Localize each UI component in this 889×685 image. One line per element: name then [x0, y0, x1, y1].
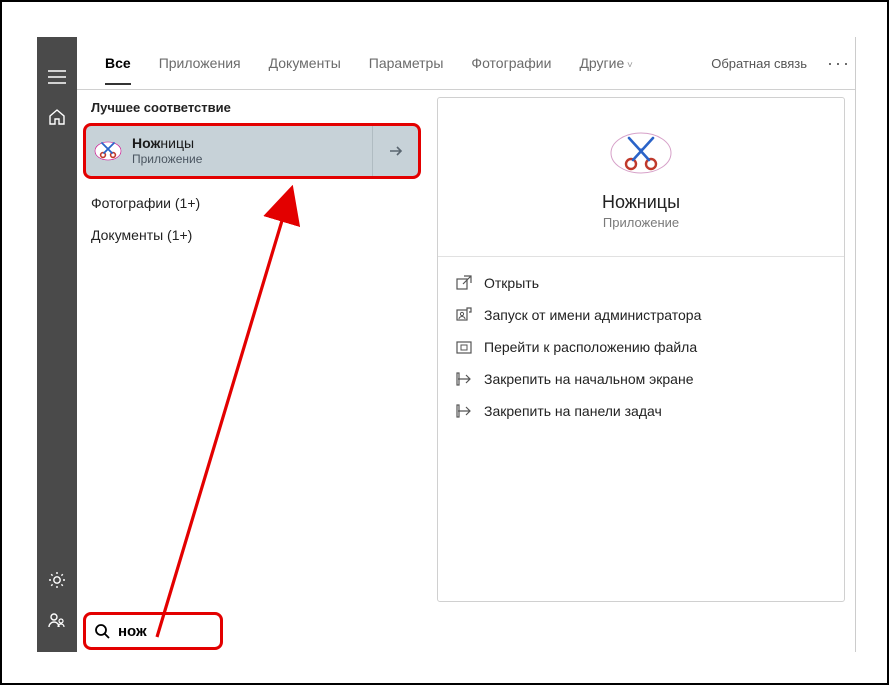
tab-apps[interactable]: Приложения — [159, 55, 241, 71]
tabs-row: Все Приложения Документы Параметры Фотог… — [77, 37, 855, 89]
sidebar-strip — [37, 37, 77, 652]
details-pane: Ножницы Приложение Открыть Запуск от име… — [437, 97, 845, 602]
app-frame: Все Приложения Документы Параметры Фотог… — [0, 0, 889, 685]
home-icon[interactable] — [37, 97, 77, 137]
action-pin-start[interactable]: Закрепить на начальном экране — [438, 363, 844, 395]
search-input[interactable]: нож — [83, 612, 223, 650]
action-label: Открыть — [484, 275, 539, 291]
action-pin-taskbar[interactable]: Закрепить на панели задач — [438, 395, 844, 427]
action-open[interactable]: Открыть — [438, 267, 844, 299]
search-panel: Все Приложения Документы Параметры Фотог… — [77, 37, 856, 652]
action-label: Запуск от имени администратора — [484, 307, 701, 323]
account-icon[interactable] — [37, 600, 77, 640]
details-title: Ножницы — [602, 192, 680, 213]
best-match-title: Ножницы — [132, 135, 372, 152]
best-match-item[interactable]: Ножницы Приложение — [83, 123, 421, 179]
details-actions: Открыть Запуск от имени администратора П… — [438, 261, 844, 433]
search-icon — [94, 623, 110, 639]
divider — [438, 256, 844, 257]
feedback-link[interactable]: Обратная связь — [711, 56, 807, 71]
menu-icon[interactable] — [37, 57, 77, 97]
search-query: нож — [118, 623, 147, 640]
best-match-text: Ножницы Приложение — [130, 135, 372, 166]
tab-all[interactable]: Все — [105, 55, 131, 71]
result-row-item[interactable]: Документы (1+) — [77, 219, 427, 251]
results-column: Лучшее соответствие Ножницы Приложение — [77, 90, 427, 608]
action-label: Перейти к расположению файла — [484, 339, 697, 355]
tab-settings[interactable]: Параметры — [369, 55, 444, 71]
result-row-item[interactable]: Фотографии (1+) — [77, 187, 427, 219]
tab-photos[interactable]: Фотографии — [471, 55, 551, 71]
details-hero: Ножницы Приложение — [438, 98, 844, 250]
action-label: Закрепить на начальном экране — [484, 371, 694, 387]
more-icon[interactable]: ··· — [823, 53, 855, 74]
scissors-icon — [86, 137, 130, 165]
gear-icon[interactable] — [37, 560, 77, 600]
arrow-right-icon[interactable] — [372, 126, 418, 176]
action-open-location[interactable]: Перейти к расположению файла — [438, 331, 844, 363]
tab-docs[interactable]: Документы — [269, 55, 341, 71]
action-run-admin[interactable]: Запуск от имени администратора — [438, 299, 844, 331]
action-label: Закрепить на панели задач — [484, 403, 662, 419]
section-header-best-match: Лучшее соответствие — [77, 90, 427, 121]
details-subtitle: Приложение — [603, 215, 679, 230]
tab-other[interactable]: Другие — [579, 55, 632, 71]
scissors-icon — [609, 126, 673, 180]
best-match-subtitle: Приложение — [132, 152, 372, 166]
